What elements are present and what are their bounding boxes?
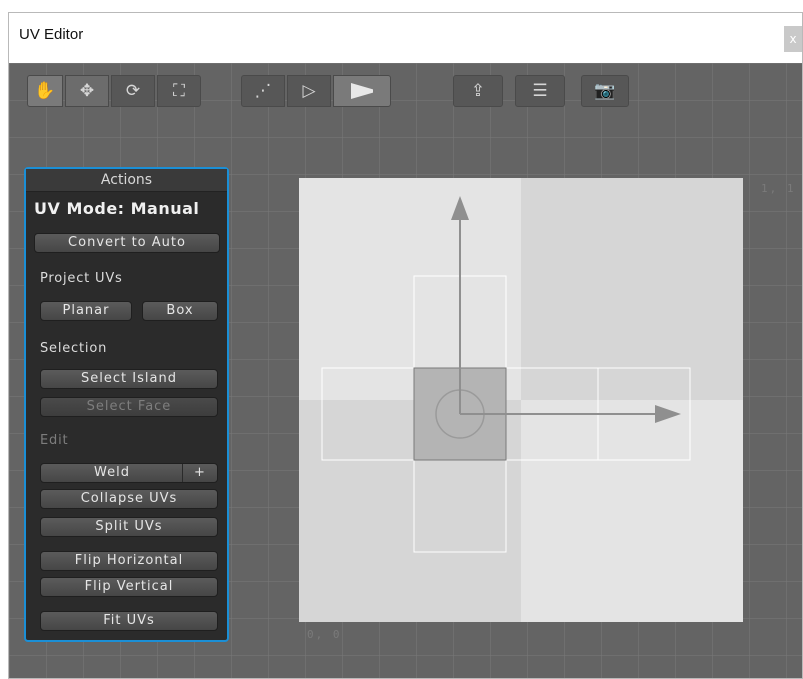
title-bar: UV Editor x	[9, 13, 802, 64]
selection-label: Selection	[40, 341, 108, 356]
panel-title[interactable]: Actions	[26, 169, 227, 192]
edge-icon: ▷	[302, 80, 316, 101]
weld-button[interactable]: Weld +	[40, 463, 218, 483]
uv-max-label: 1, 1	[761, 182, 796, 195]
convert-to-auto-button[interactable]: Convert to Auto	[34, 233, 220, 253]
rotate-tool-button[interactable]: ⟳	[111, 75, 155, 107]
hand-icon: ✋	[34, 80, 56, 101]
box-button[interactable]: Box	[142, 301, 218, 321]
face-mode-button[interactable]	[333, 75, 391, 107]
x-arrow-icon[interactable]	[655, 405, 681, 423]
uv-texture-canvas[interactable]	[299, 178, 743, 622]
hand-tool-button[interactable]: ✋	[27, 75, 63, 107]
screenshot-button[interactable]: 📷	[581, 75, 629, 107]
flip-horizontal-button[interactable]: Flip Horizontal	[40, 551, 218, 571]
weld-options-button[interactable]: +	[182, 464, 217, 482]
move-icon: ✥	[79, 80, 95, 101]
y-arrow-icon[interactable]	[451, 196, 469, 220]
vertex-mode-button[interactable]: ⋰	[241, 75, 285, 107]
settings-icon: ☰	[532, 80, 548, 101]
camera-icon: 📷	[594, 80, 616, 101]
actions-panel: Actions UV Mode: Manual Convert to Auto …	[24, 167, 229, 642]
settings-button[interactable]: ☰	[515, 75, 565, 107]
export-icon: ⇪	[470, 80, 486, 101]
flip-vertical-button[interactable]: Flip Vertical	[40, 577, 218, 597]
collapse-uvs-button[interactable]: Collapse UVs	[40, 489, 218, 509]
window-title: UV Editor	[19, 26, 84, 43]
weld-label: Weld	[94, 465, 130, 480]
select-island-button[interactable]: Select Island	[40, 369, 218, 389]
face-icon	[351, 83, 373, 99]
uv-face[interactable]	[321, 367, 415, 461]
edge-mode-button[interactable]: ▷	[287, 75, 331, 107]
uv-mesh-overlay	[321, 196, 691, 553]
vertex-icon: ⋰	[254, 80, 272, 101]
export-button[interactable]: ⇪	[453, 75, 503, 107]
planar-button[interactable]: Planar	[40, 301, 132, 321]
scale-tool-button[interactable]: ⛶	[157, 75, 201, 107]
fit-uvs-button[interactable]: Fit UVs	[40, 611, 218, 631]
scale-icon: ⛶	[173, 80, 185, 101]
uv-face[interactable]	[413, 459, 507, 553]
project-uvs-label: Project UVs	[40, 271, 123, 286]
uv-viewport[interactable]: ✋ ✥ ⟳ ⛶ ⋰ ▷ ⇪ ☰ 📷 1, 1 0, 0 Actions UV M…	[9, 63, 802, 678]
select-face-button: Select Face	[40, 397, 218, 417]
split-uvs-button[interactable]: Split UVs	[40, 517, 218, 537]
uv-editor-window: UV Editor x ✋ ✥ ⟳ ⛶ ⋰ ▷ ⇪ ☰ 📷 1, 1 0, 0 …	[8, 12, 803, 679]
toolbar: ✋ ✥ ⟳ ⛶ ⋰ ▷ ⇪ ☰ 📷	[9, 63, 802, 123]
uv-min-label: 0, 0	[307, 628, 342, 641]
rotate-icon: ⟳	[125, 80, 141, 101]
close-button[interactable]: x	[784, 26, 802, 52]
move-tool-button[interactable]: ✥	[65, 75, 109, 107]
uv-mode-label: UV Mode: Manual	[34, 199, 200, 218]
edit-label: Edit	[40, 433, 69, 448]
